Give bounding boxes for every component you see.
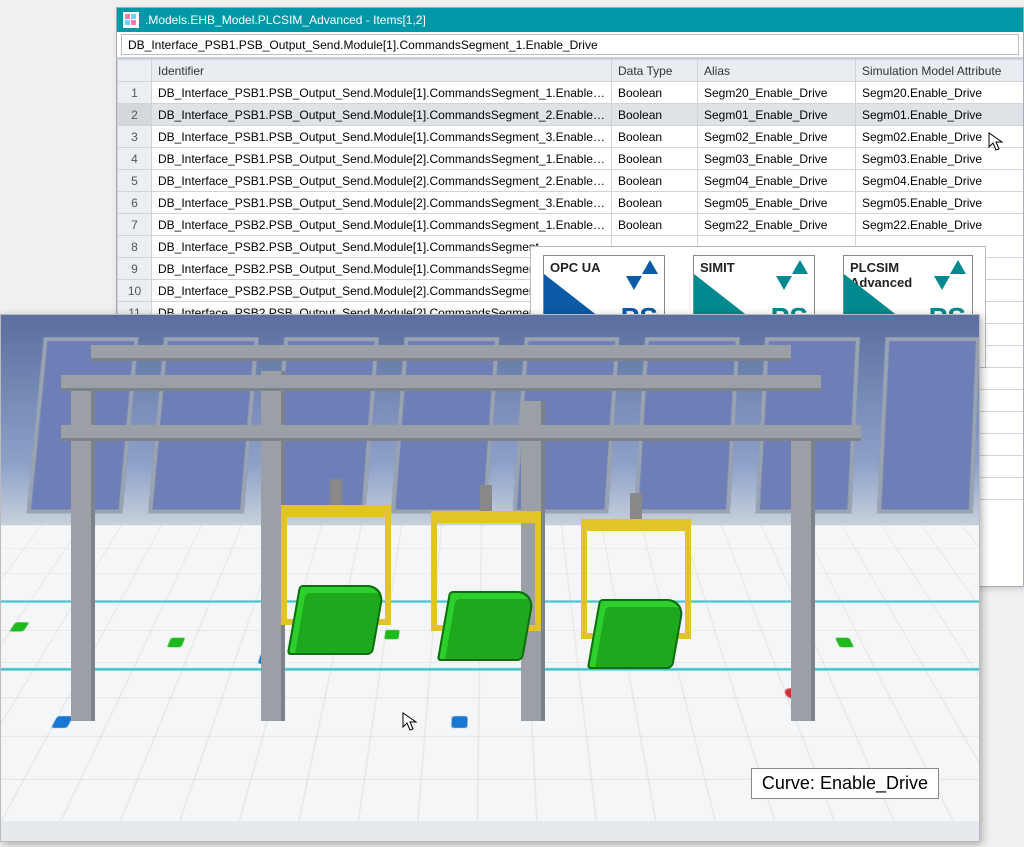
cell-datatype[interactable]: Boolean <box>612 126 698 148</box>
col-rownum[interactable] <box>118 60 152 82</box>
cell-alias[interactable]: Segm02_Enable_Drive <box>698 126 856 148</box>
table-row[interactable]: 1DB_Interface_PSB1.PSB_Output_Send.Modul… <box>118 82 1024 104</box>
cell-simattr[interactable]: Segm03.Enable_Drive <box>856 148 1024 170</box>
row-number: 2 <box>118 104 152 126</box>
row-number: 1 <box>118 82 152 104</box>
cell-alias[interactable]: Segm20_Enable_Drive <box>698 82 856 104</box>
cell-simattr[interactable]: Segm22.Enable_Drive <box>856 214 1024 236</box>
logo-header: OPC UA <box>550 260 601 275</box>
cell-identifier[interactable]: DB_Interface_PSB2.PSB_Output_Send.Module… <box>152 214 612 236</box>
app-icon <box>123 12 139 28</box>
cell-identifier[interactable]: DB_Interface_PSB1.PSB_Output_Send.Module… <box>152 192 612 214</box>
filter-row <box>117 32 1023 58</box>
pillar <box>791 441 815 721</box>
table-row[interactable]: 5DB_Interface_PSB1.PSB_Output_Send.Modul… <box>118 170 1024 192</box>
cell-alias[interactable]: Segm03_Enable_Drive <box>698 148 856 170</box>
cell-simattr[interactable]: Segm04.Enable_Drive <box>856 170 1024 192</box>
filter-input[interactable] <box>121 34 1019 55</box>
cell-datatype[interactable]: Boolean <box>612 148 698 170</box>
cell-identifier[interactable]: DB_Interface_PSB1.PSB_Output_Send.Module… <box>152 148 612 170</box>
logo-header: SIMIT <box>700 260 735 275</box>
cell-simattr[interactable]: Segm02.Enable_Drive <box>856 126 1024 148</box>
cell-identifier[interactable]: DB_Interface_PSB1.PSB_Output_Send.Module… <box>152 82 612 104</box>
table-row[interactable]: 2DB_Interface_PSB1.PSB_Output_Send.Modul… <box>118 104 1024 126</box>
header-row: Identifier Data Type Alias Simulation Mo… <box>118 60 1024 82</box>
col-simattr[interactable]: Simulation Model Attribute <box>856 60 1024 82</box>
row-number: 8 <box>118 236 152 258</box>
beam <box>61 425 861 441</box>
carrier[interactable] <box>581 519 691 639</box>
row-number: 6 <box>118 192 152 214</box>
cell-identifier[interactable]: DB_Interface_PSB1.PSB_Output_Send.Module… <box>152 126 612 148</box>
row-number: 5 <box>118 170 152 192</box>
sync-arrows-icon <box>624 260 660 296</box>
cell-simattr[interactable]: Segm05.Enable_Drive <box>856 192 1024 214</box>
cell-datatype[interactable]: Boolean <box>612 192 698 214</box>
col-datatype[interactable]: Data Type <box>612 60 698 82</box>
window-titlebar[interactable]: .Models.EHB_Model.PLCSIM_Advanced - Item… <box>117 8 1023 32</box>
cell-datatype[interactable]: Boolean <box>612 104 698 126</box>
simulation-viewport[interactable]: Curve: Enable_Drive <box>0 314 980 842</box>
tooltip-curve: Curve: Enable_Drive <box>751 768 939 799</box>
cell-alias[interactable]: Segm05_Enable_Drive <box>698 192 856 214</box>
cell-simattr[interactable]: Segm01.Enable_Drive <box>856 104 1024 126</box>
cell-datatype[interactable]: Boolean <box>612 170 698 192</box>
car-door-part <box>587 599 685 669</box>
cell-datatype[interactable]: Boolean <box>612 82 698 104</box>
cell-identifier[interactable]: DB_Interface_PSB1.PSB_Output_Send.Module… <box>152 170 612 192</box>
carrier[interactable] <box>431 511 541 631</box>
row-number: 9 <box>118 258 152 280</box>
cell-datatype[interactable]: Boolean <box>612 214 698 236</box>
col-identifier[interactable]: Identifier <box>152 60 612 82</box>
sync-arrows-icon <box>774 260 810 296</box>
cell-identifier[interactable]: DB_Interface_PSB1.PSB_Output_Send.Module… <box>152 104 612 126</box>
row-number: 10 <box>118 280 152 302</box>
row-number: 3 <box>118 126 152 148</box>
cell-simattr[interactable]: Segm20.Enable_Drive <box>856 82 1024 104</box>
cell-alias[interactable]: Segm22_Enable_Drive <box>698 214 856 236</box>
carrier[interactable] <box>281 505 391 625</box>
window-title: .Models.EHB_Model.PLCSIM_Advanced - Item… <box>145 13 426 27</box>
table-row[interactable]: 6DB_Interface_PSB1.PSB_Output_Send.Modul… <box>118 192 1024 214</box>
table-row[interactable]: 7DB_Interface_PSB2.PSB_Output_Send.Modul… <box>118 214 1024 236</box>
sync-arrows-icon <box>932 260 968 296</box>
cell-alias[interactable]: Segm04_Enable_Drive <box>698 170 856 192</box>
cell-alias[interactable]: Segm01_Enable_Drive <box>698 104 856 126</box>
table-row[interactable]: 3DB_Interface_PSB1.PSB_Output_Send.Modul… <box>118 126 1024 148</box>
table-row[interactable]: 4DB_Interface_PSB1.PSB_Output_Send.Modul… <box>118 148 1024 170</box>
car-door-part <box>287 585 385 655</box>
col-alias[interactable]: Alias <box>698 60 856 82</box>
beam <box>91 345 791 361</box>
row-number: 4 <box>118 148 152 170</box>
car-door-part <box>437 591 535 661</box>
beam <box>61 375 821 391</box>
row-number: 7 <box>118 214 152 236</box>
